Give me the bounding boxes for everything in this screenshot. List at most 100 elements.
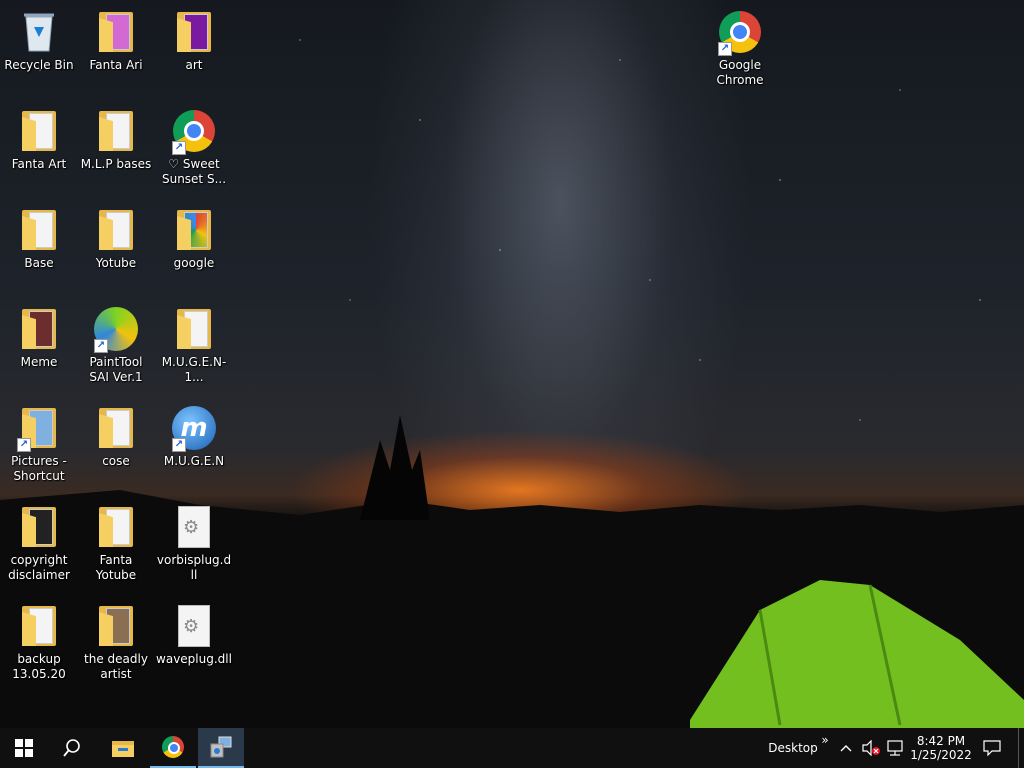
chevron-double-icon: » bbox=[821, 733, 829, 747]
folder-icon bbox=[92, 8, 140, 56]
notification-icon bbox=[983, 740, 1001, 756]
shortcut-arrow-icon: ↗ bbox=[718, 42, 732, 56]
clock[interactable]: 8:42 PM 1/25/2022 bbox=[908, 728, 974, 768]
desktop-icon-fanta-yotube[interactable]: Fanta Yotube bbox=[78, 503, 154, 583]
shortcut-arrow-icon: ↗ bbox=[172, 438, 186, 452]
folder-icon bbox=[92, 206, 140, 254]
desktop-icon-the-deadly-artist[interactable]: the deadly artist bbox=[78, 602, 154, 682]
icon-label: waveplug.dll bbox=[156, 652, 232, 666]
folder-icon bbox=[15, 107, 63, 155]
mugen-app-icon bbox=[210, 736, 232, 758]
start-button[interactable] bbox=[0, 728, 48, 768]
icon-label: M.U.G.E.N bbox=[163, 454, 225, 468]
dll-gear-icon: ⚙ bbox=[170, 503, 218, 551]
icon-label: M.U.G.E.N-1... bbox=[161, 355, 227, 384]
icon-label: backup 13.05.20 bbox=[12, 652, 66, 681]
shortcut-arrow-icon: ↗ bbox=[17, 438, 31, 452]
desktop-icon-recycle-bin[interactable]: Recycle Bin bbox=[1, 8, 77, 73]
chrome-icon: ↗ bbox=[170, 107, 218, 155]
clock-time: 8:42 PM bbox=[916, 734, 966, 748]
desktop-icon-fanta-art[interactable]: Fanta Art bbox=[1, 107, 77, 172]
taskbar: Desktop » 8:42 PM 1/25/2022 bbox=[0, 728, 1024, 768]
icon-label: Fanta Ari bbox=[89, 58, 143, 72]
folder-icon bbox=[15, 503, 63, 551]
icon-label: cose bbox=[102, 454, 130, 468]
desktop-icon-pictures-shortcut[interactable]: ↗ Pictures - Shortcut bbox=[1, 404, 77, 484]
shortcut-arrow-icon: ↗ bbox=[94, 339, 108, 353]
desktop-icon-yotube[interactable]: Yotube bbox=[78, 206, 154, 271]
folder-shortcut-icon: ↗ bbox=[15, 404, 63, 452]
icon-label: Google Chrome bbox=[716, 58, 764, 87]
desktop-icon-cose[interactable]: cose bbox=[78, 404, 154, 469]
folder-icon bbox=[92, 107, 140, 155]
icon-label: Fanta Art bbox=[11, 157, 67, 171]
search-button[interactable] bbox=[48, 728, 96, 768]
desktop-icon-backup[interactable]: backup 13.05.20 bbox=[1, 602, 77, 682]
icon-label: the deadly artist bbox=[84, 652, 148, 681]
folder-icon bbox=[15, 305, 63, 353]
desktop-icon-art[interactable]: art bbox=[156, 8, 232, 73]
tree-silhouette bbox=[360, 415, 430, 520]
desktop-icon-vorbisplug[interactable]: ⚙ vorbisplug.dll bbox=[156, 503, 232, 583]
desktop-icon-painttool-sai[interactable]: ↗ PaintTool SAI Ver.1 bbox=[78, 305, 154, 385]
show-hidden-icons-button[interactable] bbox=[836, 728, 856, 768]
desktop-icon-fanta-ari[interactable]: Fanta Ari bbox=[78, 8, 154, 73]
desktop-icon-mlp-bases[interactable]: M.L.P bases bbox=[78, 107, 154, 172]
taskbar-mugen-app[interactable] bbox=[198, 728, 244, 768]
desktop-icon-google[interactable]: google bbox=[156, 206, 232, 271]
network-button[interactable] bbox=[884, 728, 906, 768]
icon-label: Fanta Yotube bbox=[95, 553, 137, 582]
file-explorer-icon bbox=[112, 741, 134, 757]
dll-gear-icon: ⚙ bbox=[170, 602, 218, 650]
desktop-icon-sweet-sunset[interactable]: ↗ ♡ Sweet Sunset S... bbox=[156, 107, 232, 187]
icon-label: copyright disclaimer bbox=[8, 553, 70, 582]
taskbar-chrome[interactable] bbox=[150, 728, 196, 768]
chrome-icon: ↗ bbox=[716, 8, 764, 56]
clock-date: 1/25/2022 bbox=[910, 748, 972, 762]
icon-label: Meme bbox=[20, 355, 58, 369]
desktop-toolbar[interactable]: Desktop bbox=[766, 728, 820, 768]
shortcut-arrow-icon: ↗ bbox=[172, 141, 186, 155]
icon-label: vorbisplug.dll bbox=[156, 553, 232, 582]
icon-label: ♡ Sweet Sunset S... bbox=[161, 157, 227, 186]
folder-icon bbox=[92, 404, 140, 452]
network-icon bbox=[887, 740, 903, 756]
desktop-background: Recycle Bin Fanta Art Base Meme ↗ Pictur… bbox=[0, 0, 1024, 728]
action-center-button[interactable] bbox=[978, 728, 1006, 768]
desktop-icon-meme[interactable]: Meme bbox=[1, 305, 77, 370]
icon-label: Base bbox=[24, 256, 54, 270]
desktop-icon-mugen[interactable]: m ↗ M.U.G.E.N bbox=[156, 404, 232, 469]
desktop-toolbar-label: Desktop bbox=[768, 741, 818, 755]
folder-icon bbox=[15, 206, 63, 254]
icon-label: Yotube bbox=[95, 256, 137, 270]
folder-icon bbox=[170, 305, 218, 353]
icon-label: M.L.P bases bbox=[80, 157, 152, 171]
desktop-icon-google-chrome[interactable]: ↗ Google Chrome bbox=[702, 8, 778, 88]
icon-label: Pictures - Shortcut bbox=[11, 454, 67, 483]
icon-label: art bbox=[185, 58, 203, 72]
mugen-icon: m ↗ bbox=[170, 404, 218, 452]
chrome-icon bbox=[162, 736, 184, 758]
folder-icon bbox=[170, 206, 218, 254]
volume-button[interactable] bbox=[860, 728, 882, 768]
folder-icon bbox=[92, 503, 140, 551]
icon-label: PaintTool SAI Ver.1 bbox=[89, 355, 143, 384]
icon-label: google bbox=[173, 256, 215, 270]
windows-start-icon bbox=[15, 739, 33, 757]
desktop-icon-waveplug[interactable]: ⚙ waveplug.dll bbox=[156, 602, 232, 667]
taskbar-file-explorer[interactable] bbox=[100, 728, 146, 768]
volume-muted-icon bbox=[862, 740, 880, 756]
chevron-up-icon bbox=[840, 745, 852, 752]
icon-label: Recycle Bin bbox=[4, 58, 74, 72]
desktop-icon-copyright-disclaimer[interactable]: copyright disclaimer bbox=[1, 503, 77, 583]
desktop-icon-mugen-folder[interactable]: M.U.G.E.N-1... bbox=[156, 305, 232, 385]
folder-icon bbox=[15, 602, 63, 650]
search-icon bbox=[63, 739, 80, 757]
recycle-bin-icon bbox=[15, 8, 63, 56]
toolbar-expand-chevron[interactable]: » bbox=[818, 720, 832, 760]
show-desktop-button[interactable] bbox=[1018, 728, 1024, 768]
folder-icon bbox=[92, 602, 140, 650]
painttool-sai-icon: ↗ bbox=[92, 305, 140, 353]
desktop-icon-base[interactable]: Base bbox=[1, 206, 77, 271]
folder-icon bbox=[170, 8, 218, 56]
